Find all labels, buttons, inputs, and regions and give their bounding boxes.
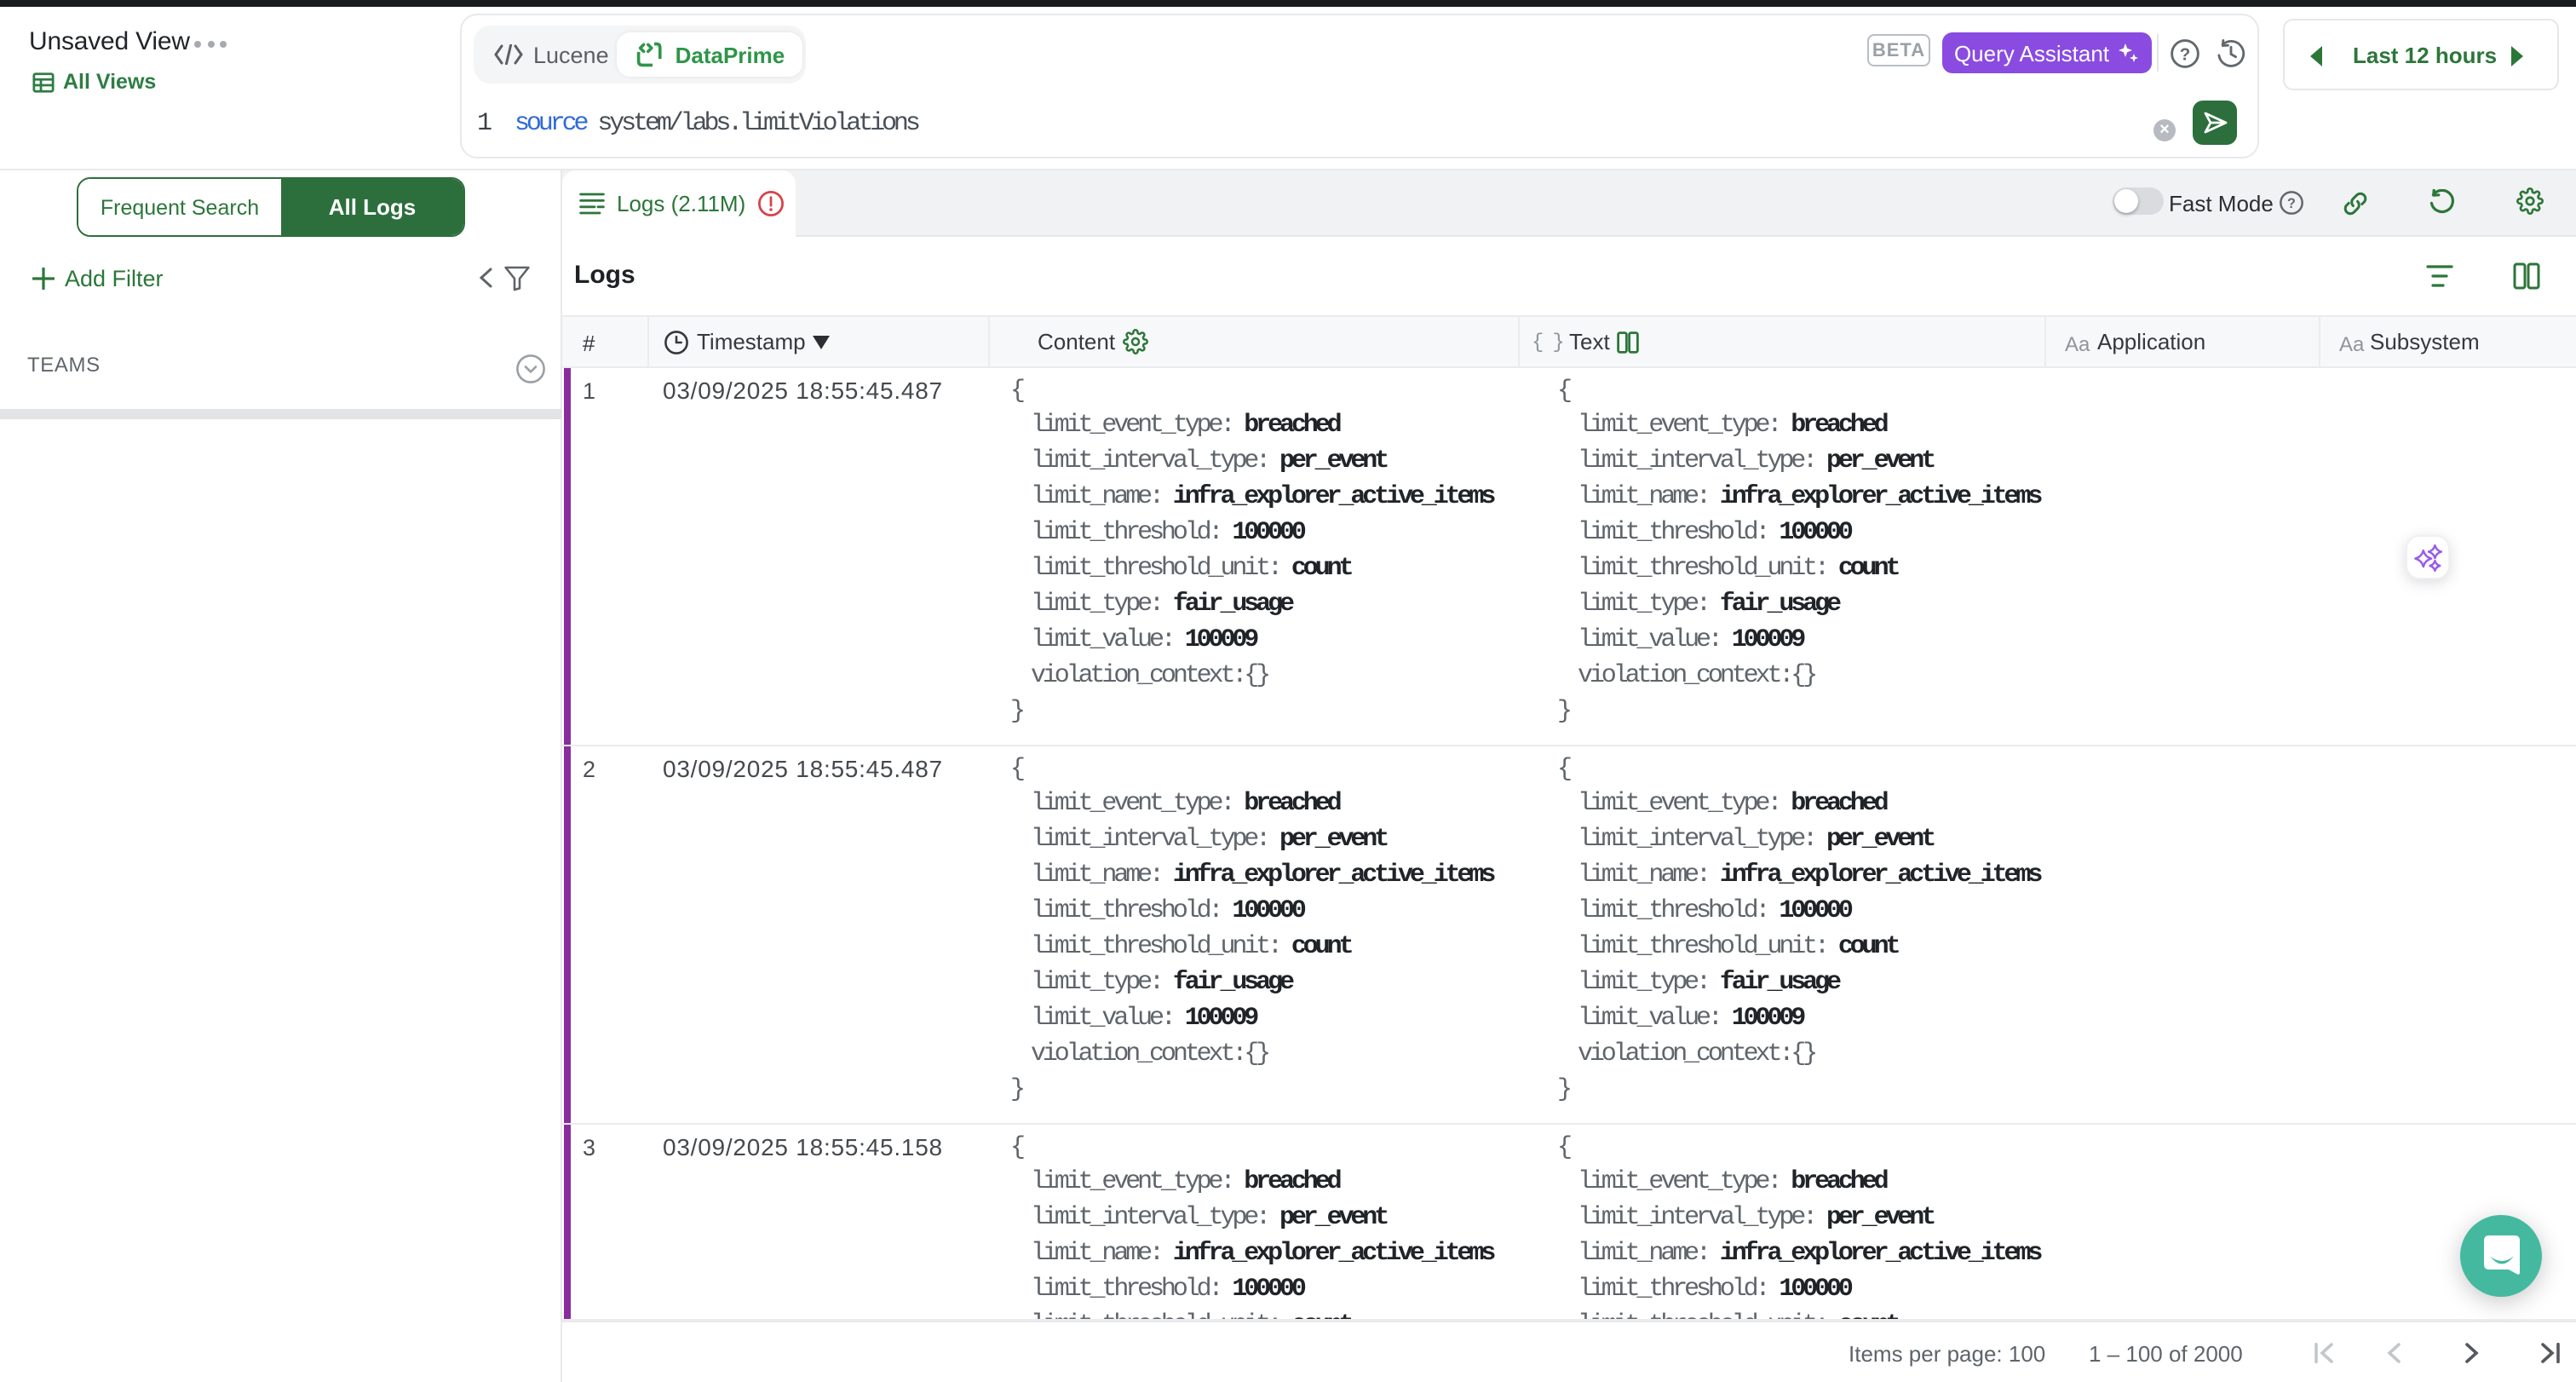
svg-text:?: ? bbox=[2180, 44, 2191, 64]
svg-text:?: ? bbox=[2287, 196, 2296, 211]
